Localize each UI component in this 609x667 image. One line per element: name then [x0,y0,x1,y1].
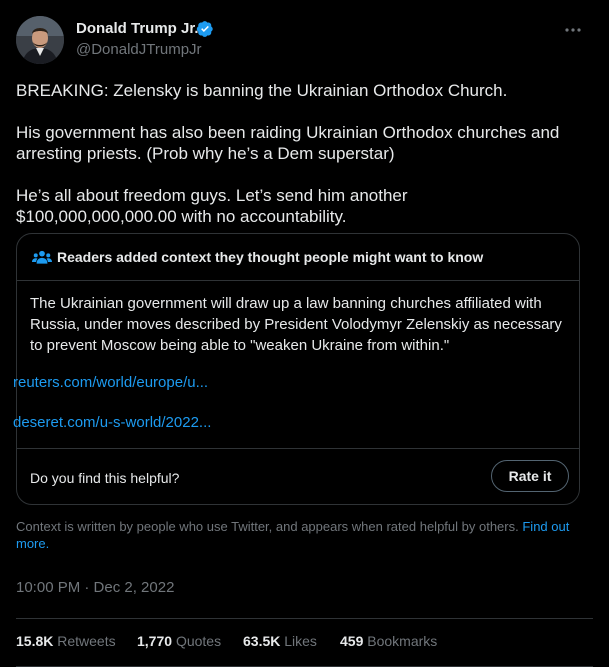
author-handle[interactable]: @DonaldJTrumpJr [76,41,202,58]
retweets-stat[interactable]: 15.8K Retweets [16,633,116,649]
verified-badge-icon [196,21,213,37]
community-note-footer: Do you find this helpful? Rate it [17,448,579,505]
bookmarks-stat[interactable]: 459 Bookmarks [340,633,437,649]
community-note-body: The Ukrainian government will draw up a … [30,295,562,354]
likes-count: 63.5K [243,633,281,649]
note-source-link[interactable]: reuters.com/world/europe/u... [13,374,208,391]
community-notes-icon [32,250,52,264]
retweets-label: Retweets [57,633,116,649]
helpful-question: Do you find this helpful? [30,470,180,486]
tweet-paragraph: His government has also been raiding Ukr… [16,123,560,163]
likes-stat[interactable]: 63.5K Likes [243,633,317,649]
avatar[interactable] [16,16,64,64]
bookmarks-count: 459 [340,633,364,649]
likes-label: Likes [284,633,317,649]
quotes-stat[interactable]: 1,770 Quotes [137,633,221,649]
tweet-paragraph: He’s all about freedom guys. Let’s send … [16,186,408,226]
quotes-count: 1,770 [137,633,173,649]
note-source-link[interactable]: deseret.com/u-s-world/2022... [13,414,211,431]
tweet-detail: Donald Trump Jr. @DonaldJTrumpJr BREAKIN… [0,0,609,667]
tweet-paragraph: BREAKING: Zelensky is banning the Ukrain… [16,81,508,100]
tweet-text: BREAKING: Zelensky is banning the Ukrain… [16,80,576,227]
avatar-image [16,16,64,64]
bookmarks-label: Bookmarks [367,633,438,649]
more-icon[interactable] [562,22,584,38]
community-note-header: Readers added context they thought peopl… [17,234,579,281]
community-note: Readers added context they thought peopl… [16,233,580,505]
author-name[interactable]: Donald Trump Jr. [76,20,199,37]
rate-it-button[interactable]: Rate it [491,460,569,492]
divider [16,618,593,619]
community-note-title: Readers added context they thought peopl… [57,249,484,265]
quotes-label: Quotes [175,633,222,649]
timestamp[interactable]: 10:00 PM · Dec 2, 2022 [16,579,174,596]
context-info-text: Context is written by people who use Twi… [16,519,519,534]
context-info: Context is written by people who use Twi… [16,518,576,552]
retweets-count: 15.8K [16,633,54,649]
